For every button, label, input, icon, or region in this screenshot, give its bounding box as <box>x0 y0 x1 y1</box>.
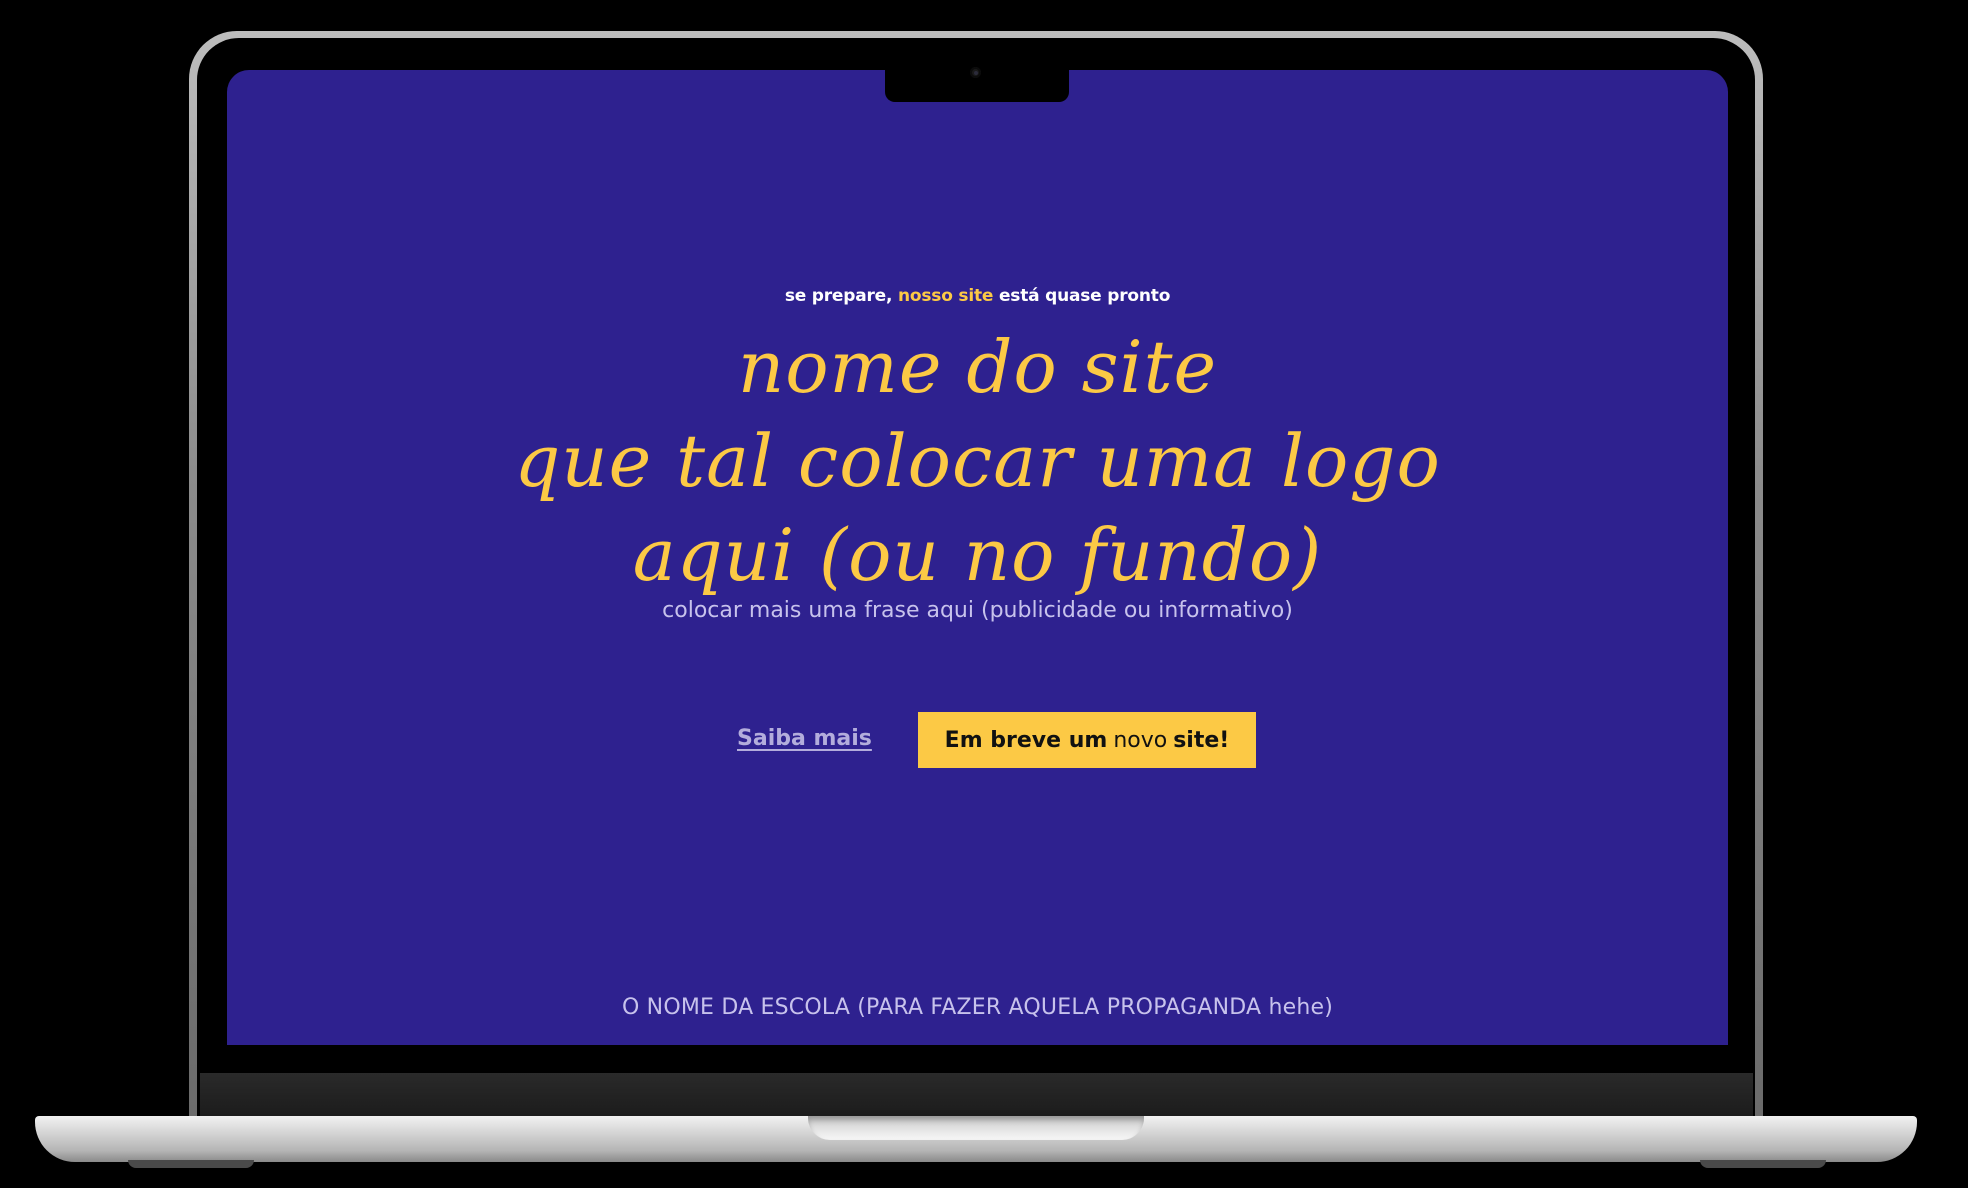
laptop-foot-right <box>1700 1160 1826 1168</box>
headline-line-3: aqui (ou no fundo) <box>632 513 1323 597</box>
coming-soon-teaser: se prepare, nosso site está quase pronto <box>227 286 1728 306</box>
laptop-foot-left <box>128 1160 254 1168</box>
learn-more-link[interactable]: Saiba mais <box>737 726 872 751</box>
camera-lens <box>974 71 978 75</box>
cta-text-part-1: Em breve um <box>944 727 1108 753</box>
bottom-bezel <box>200 1073 1753 1119</box>
cta-text-part-3: site! <box>1173 727 1230 753</box>
site-headline: nome do site que tal colocar uma logo aq… <box>227 320 1728 602</box>
hero-actions: Saiba mais Em breve um novo site! <box>227 712 1728 768</box>
trackpad-lip <box>808 1116 1144 1140</box>
subline-text: colocar mais uma frase aqui (publicidade… <box>662 598 1293 623</box>
headline-line-1: nome do site <box>737 325 1218 409</box>
coming-soon-button[interactable]: Em breve um novo site! <box>918 712 1256 768</box>
headline-line-2: que tal colocar uma logo <box>514 419 1441 503</box>
laptop-screen: se prepare, nosso site está quase pronto… <box>227 70 1728 1045</box>
cta-text-part-2: novo <box>1113 727 1168 753</box>
teaser-prefix: se prepare, <box>784 286 893 306</box>
school-name-footer: O NOME DA ESCOLA (PARA FAZER AQUELA PROP… <box>621 995 1334 1020</box>
laptop-mockup: se prepare, nosso site está quase pronto… <box>0 0 1968 1188</box>
teaser-suffix: está quase pronto <box>998 286 1171 306</box>
teaser-highlight: nosso site <box>898 286 994 306</box>
landing-page: se prepare, nosso site está quase pronto… <box>227 70 1728 1045</box>
